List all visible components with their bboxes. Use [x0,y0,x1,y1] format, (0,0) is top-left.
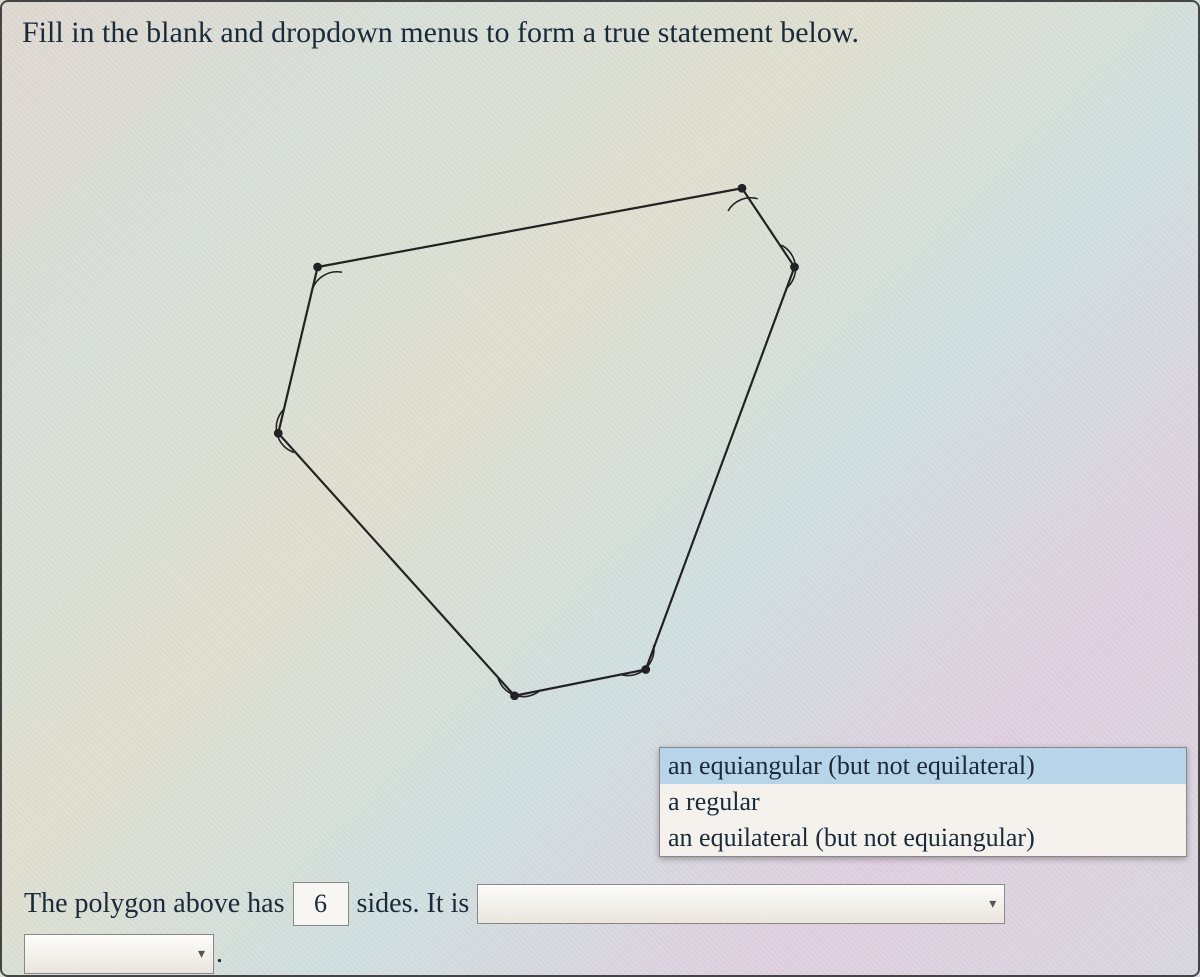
polygon-figure [182,122,882,762]
statement-period: . [216,938,223,970]
statement-prefix: The polygon above has [24,888,285,920]
vertex-dot [738,184,747,193]
sides-count-input[interactable] [293,882,349,926]
instruction-text: Fill in the blank and dropdown menus to … [22,16,859,50]
dropdown-option[interactable]: an equiangular (but not equilateral) [660,748,1186,784]
angle-arc [498,677,539,696]
vertex-dot [641,665,650,674]
dropdown-options-popup[interactable]: an equiangular (but not equilateral) a r… [659,747,1187,857]
statement-mid: sides. It is [357,888,470,920]
dropdown-option[interactable]: an equilateral (but not equiangular) [660,820,1186,856]
vertex-dot [313,263,322,272]
statement-line-2: ▾ . [24,934,223,974]
dropdown-option[interactable]: a regular [660,784,1186,820]
chevron-down-icon: ▾ [989,896,996,913]
polygon-type-dropdown[interactable]: ▾ [477,884,1005,924]
chevron-down-icon: ▾ [198,946,205,963]
secondary-dropdown[interactable]: ▾ [24,934,214,974]
statement-line-1: The polygon above has sides. It is ▾ [24,882,1005,926]
hexagon-shape [278,188,794,696]
